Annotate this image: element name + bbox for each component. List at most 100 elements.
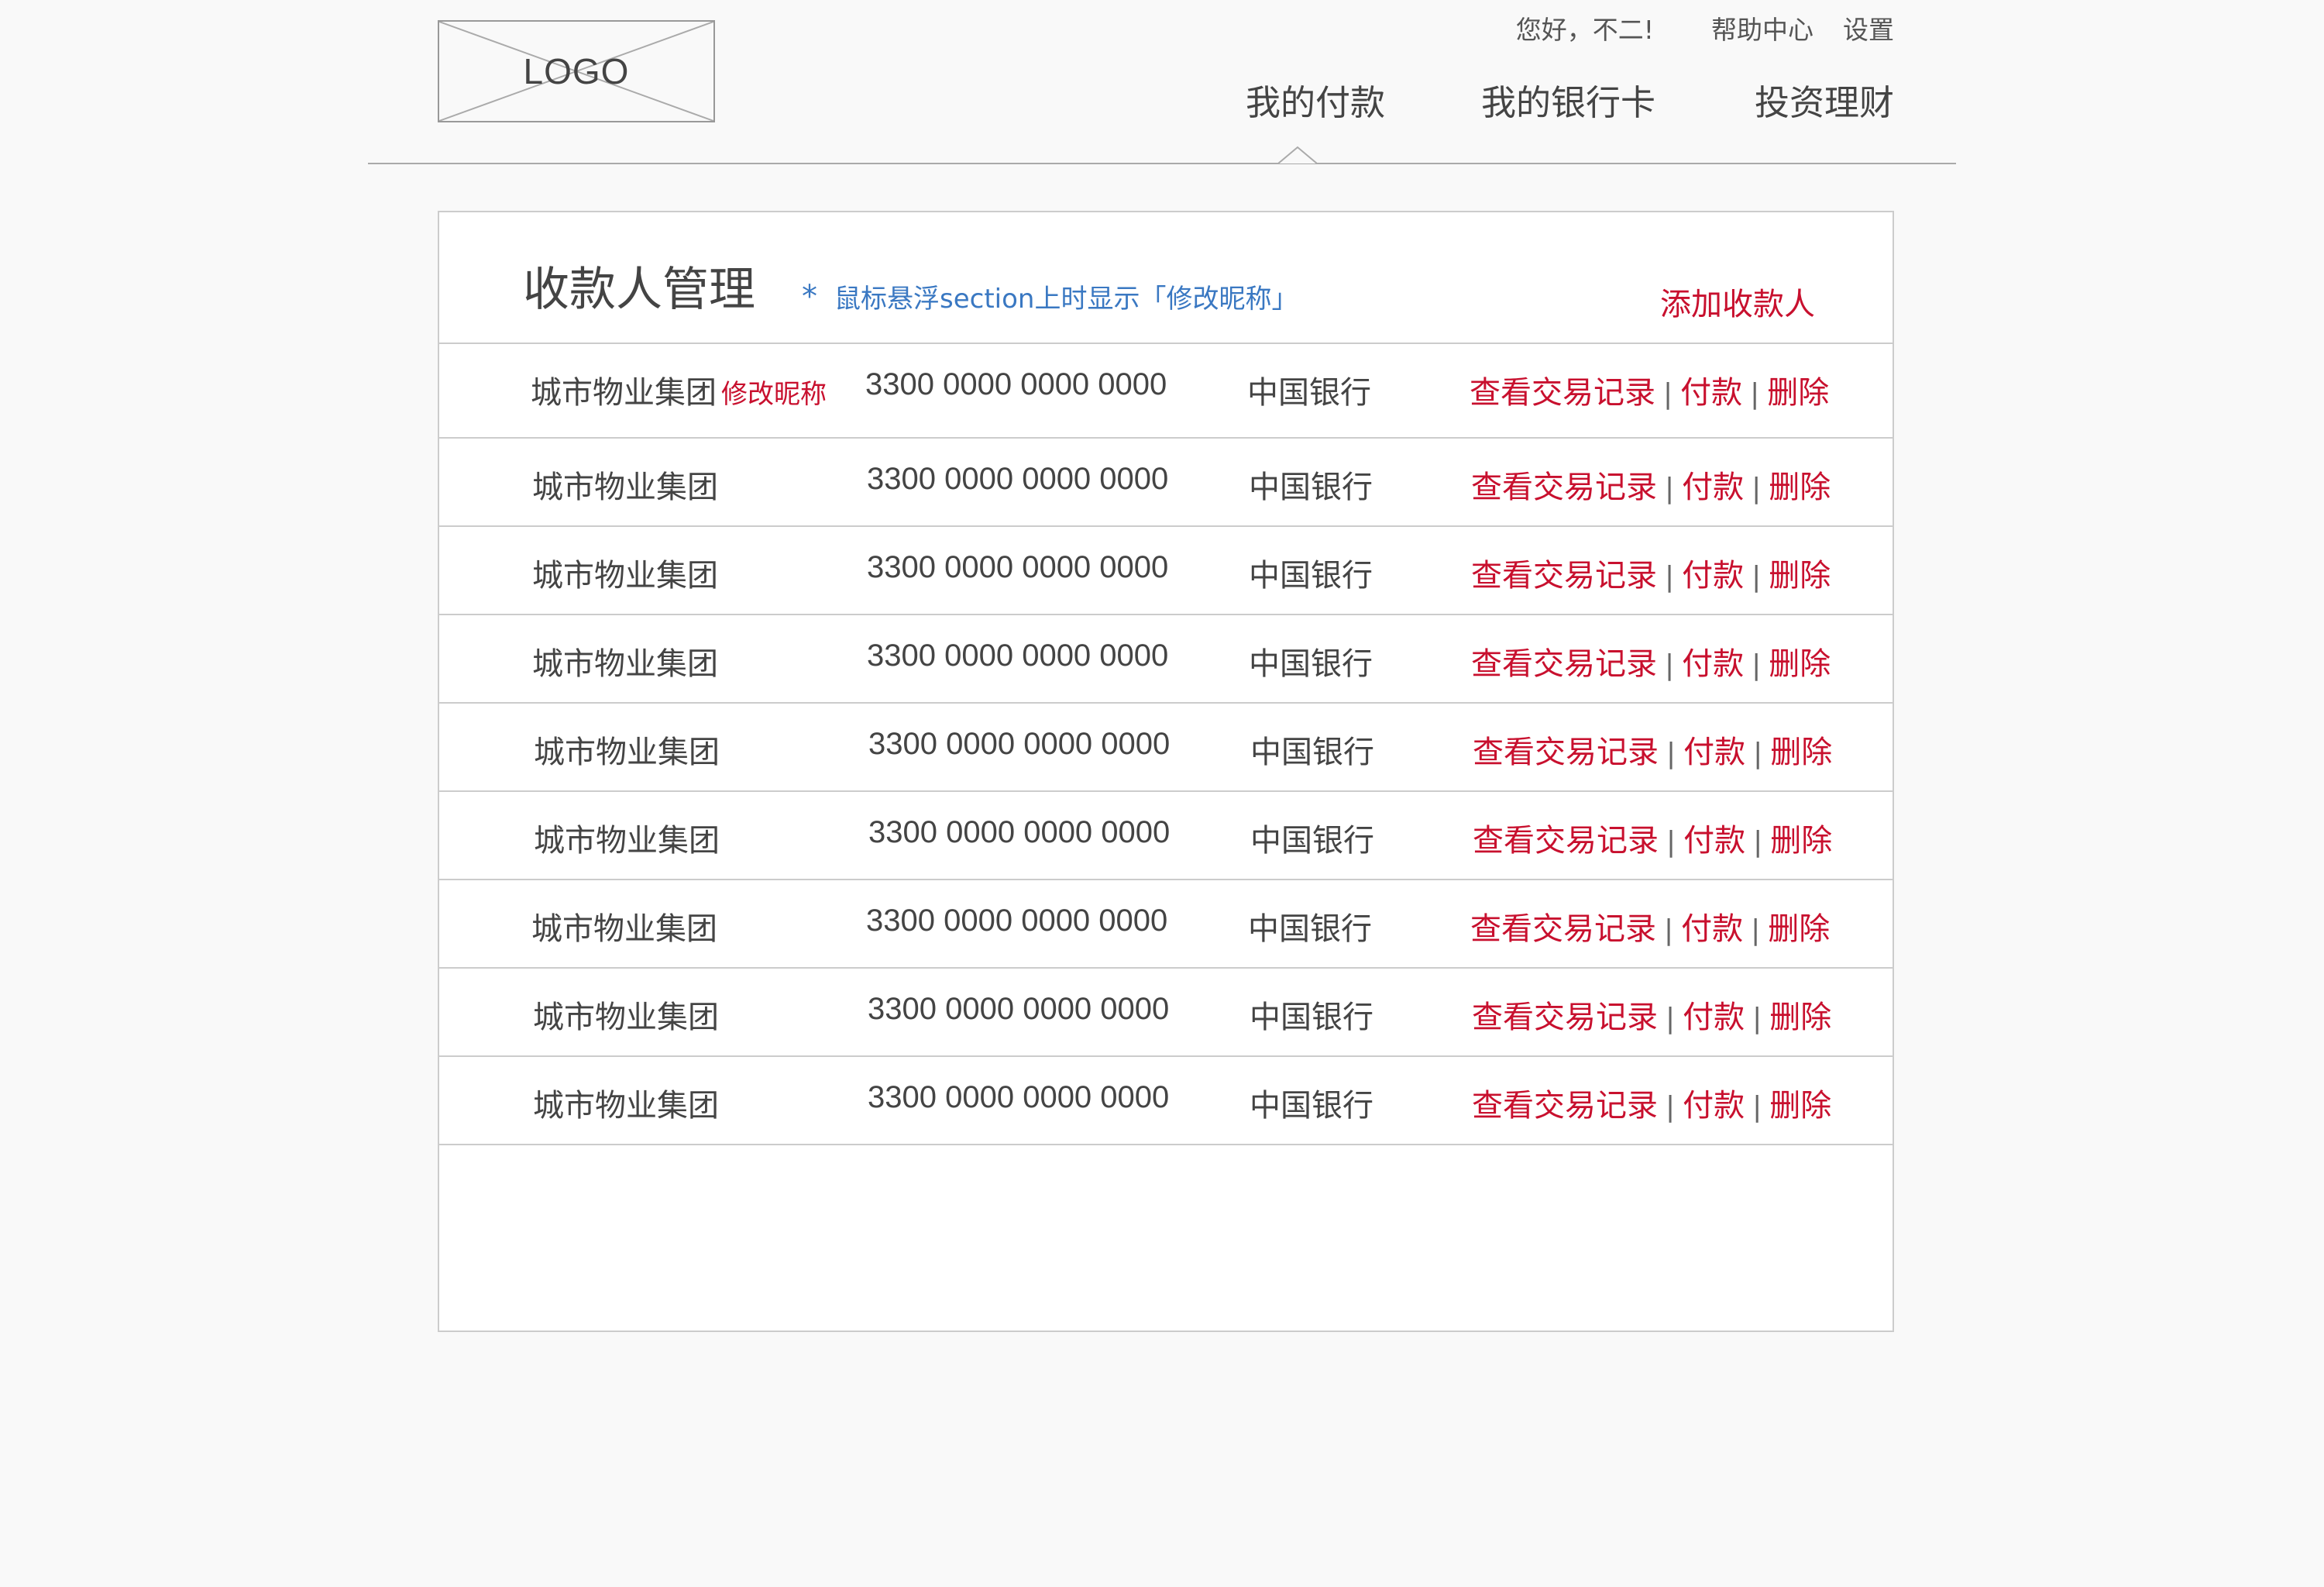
pay-link[interactable]: 付款 (1683, 735, 1745, 770)
action-separator: | (1665, 561, 1675, 593)
payee-list: 城市物业集团 修改昵称 3300 0000 0000 0000 中国银行 查看交易记录 |… (439, 344, 1893, 1145)
delete-link[interactable]: 删除 (1769, 646, 1831, 682)
card-number: 3300 0000 0000 0000 (867, 550, 1169, 584)
settings-link[interactable]: 设置 (1843, 9, 1894, 46)
payee-management-panel: 收款人管理 * 鼠标悬浮section上时显示「修改昵称」 添加收款人 城市物业… (438, 211, 1894, 1332)
add-payee-button[interactable]: 添加收款人 (1660, 279, 1815, 324)
pay-link[interactable]: 付款 (1682, 646, 1744, 682)
delete-link[interactable]: 删除 (1768, 911, 1830, 947)
asterisk-icon: * (802, 278, 817, 315)
pay-link[interactable]: 付款 (1682, 470, 1744, 505)
pay-link[interactable]: 付款 (1683, 1088, 1745, 1124)
delete-link[interactable]: 删除 (1769, 1088, 1831, 1124)
row-actions: 查看交易记录 | 付款 | 删除 (1471, 550, 1831, 595)
delete-link[interactable]: 删除 (1767, 375, 1829, 411)
payee-row[interactable]: 城市物业集团 3300 0000 0000 0000 中国银行 查看交易记录 | 付款 | 删… (439, 615, 1893, 704)
row-actions: 查看交易记录 | 付款 | 删除 (1470, 367, 1829, 412)
pay-link[interactable]: 付款 (1683, 1000, 1745, 1035)
page-title: 收款人管理 (523, 263, 755, 317)
payee-name-cell: 城市物业集团 (532, 462, 718, 507)
view-records-link[interactable]: 查看交易记录 (1471, 646, 1657, 682)
edit-nickname-link[interactable]: 修改昵称 (721, 379, 827, 410)
payee-name: 城市物业集团 (532, 470, 718, 505)
delete-link[interactable]: 删除 (1770, 735, 1832, 770)
payee-name: 城市物业集团 (532, 646, 718, 682)
payee-row[interactable]: 城市物业集团 3300 0000 0000 0000 中国银行 查看交易记录 | 付款 | 删… (439, 1057, 1893, 1145)
action-separator: | (1753, 738, 1763, 769)
action-separator: | (1664, 914, 1674, 946)
main-nav: 我的付款 我的银行卡 投资理财 (1246, 74, 1894, 124)
payee-row[interactable]: 城市物业集团 3300 0000 0000 0000 中国银行 查看交易记录 | 付款 | 删… (439, 880, 1893, 969)
card-number: 3300 0000 0000 0000 (868, 727, 1171, 761)
help-center-link[interactable]: 帮助中心 (1711, 9, 1813, 46)
action-separator: | (1752, 561, 1762, 593)
bank-name: 中国银行 (1249, 646, 1373, 682)
payee-row[interactable]: 城市物业集团 3300 0000 0000 0000 中国银行 查看交易记录 | 付款 | 删… (439, 969, 1893, 1057)
action-separator: | (1752, 1003, 1762, 1034)
nav-my-payments[interactable]: 我的付款 (1246, 74, 1385, 125)
pay-link[interactable]: 付款 (1682, 558, 1744, 594)
nav-investment[interactable]: 投资理财 (1755, 74, 1894, 125)
card-number: 3300 0000 0000 0000 (867, 639, 1169, 673)
header-divider (368, 163, 1956, 164)
payee-name-cell: 城市物业集团 (533, 1080, 719, 1125)
action-separator: | (1666, 1003, 1676, 1034)
payee-row[interactable]: 城市物业集团 3300 0000 0000 0000 中国银行 查看交易记录 | 付款 | 删… (439, 704, 1893, 792)
view-records-link[interactable]: 查看交易记录 (1473, 823, 1659, 859)
bank-name: 中国银行 (1250, 1000, 1373, 1035)
payee-row[interactable]: 城市物业集团 3300 0000 0000 0000 中国银行 查看交易记录 | 付款 | 删… (439, 527, 1893, 615)
card-number: 3300 0000 0000 0000 (865, 367, 1167, 401)
payee-row[interactable]: 城市物业集团 3300 0000 0000 0000 中国银行 查看交易记录 | 付款 | 删… (439, 792, 1893, 880)
nav-my-bank-cards[interactable]: 我的银行卡 (1481, 74, 1655, 125)
action-separator: | (1663, 378, 1673, 410)
delete-link[interactable]: 删除 (1769, 470, 1831, 505)
row-actions: 查看交易记录 | 付款 | 删除 (1472, 992, 1831, 1037)
bank-name: 中国银行 (1250, 823, 1374, 859)
bank-name: 中国银行 (1247, 375, 1371, 411)
page: LOGO 您好，不二! 帮助中心 设置 我的付款 我的银行卡 投资理财 收款人管… (0, 0, 2324, 1587)
payee-name: 城市物业集团 (533, 1088, 719, 1124)
action-separator: | (1666, 826, 1676, 858)
panel-header: 收款人管理 * 鼠标悬浮section上时显示「修改昵称」 添加收款人 (439, 212, 1893, 344)
payee-name: 城市物业集团 (533, 1000, 719, 1035)
action-separator: | (1665, 649, 1675, 681)
pay-link[interactable]: 付款 (1683, 823, 1745, 859)
row-actions: 查看交易记录 | 付款 | 删除 (1471, 462, 1831, 507)
payee-name-cell: 城市物业集团 (534, 815, 720, 860)
action-separator: | (1751, 914, 1761, 946)
row-actions: 查看交易记录 | 付款 | 删除 (1473, 815, 1832, 860)
pay-link[interactable]: 付款 (1680, 375, 1742, 411)
delete-link[interactable]: 删除 (1770, 823, 1832, 859)
delete-link[interactable]: 删除 (1769, 558, 1831, 594)
action-separator: | (1753, 826, 1763, 858)
view-records-link[interactable]: 查看交易记录 (1472, 1088, 1658, 1124)
payee-row[interactable]: 城市物业集团 修改昵称 3300 0000 0000 0000 中国银行 查看交易记录 |… (439, 344, 1893, 439)
logo-placeholder[interactable]: LOGO (438, 20, 715, 122)
view-records-link[interactable]: 查看交易记录 (1470, 375, 1655, 411)
action-separator: | (1750, 378, 1760, 410)
bank-name: 中国银行 (1248, 911, 1372, 947)
view-records-link[interactable]: 查看交易记录 (1472, 1000, 1658, 1035)
pay-link[interactable]: 付款 (1681, 911, 1743, 947)
user-greeting: 您好，不二! (1515, 15, 1654, 45)
payee-name: 城市物业集团 (531, 375, 717, 411)
payee-name-cell: 城市物业集团 (531, 904, 717, 948)
payee-row[interactable]: 城市物业集团 3300 0000 0000 0000 中国银行 查看交易记录 | 付款 | 删… (439, 439, 1893, 527)
action-separator: | (1666, 1091, 1676, 1123)
view-records-link[interactable]: 查看交易记录 (1473, 735, 1659, 770)
action-separator: | (1666, 738, 1676, 769)
row-actions: 查看交易记录 | 付款 | 删除 (1471, 639, 1831, 683)
hover-hint-note: * 鼠标悬浮section上时显示「修改昵称」 (802, 277, 1298, 315)
card-number: 3300 0000 0000 0000 (868, 815, 1171, 849)
view-records-link[interactable]: 查看交易记录 (1471, 470, 1657, 505)
payee-name-cell: 城市物业集团 修改昵称 (531, 367, 827, 412)
card-number: 3300 0000 0000 0000 (866, 904, 1168, 938)
action-separator: | (1752, 1091, 1762, 1123)
payee-name: 城市物业集团 (534, 823, 720, 859)
delete-link[interactable]: 删除 (1769, 1000, 1831, 1035)
view-records-link[interactable]: 查看交易记录 (1471, 558, 1657, 594)
row-actions: 查看交易记录 | 付款 | 删除 (1473, 727, 1832, 772)
view-records-link[interactable]: 查看交易记录 (1470, 911, 1656, 947)
card-number: 3300 0000 0000 0000 (867, 462, 1169, 496)
hover-hint-text: 鼠标悬浮section上时显示「修改昵称」 (834, 284, 1298, 315)
